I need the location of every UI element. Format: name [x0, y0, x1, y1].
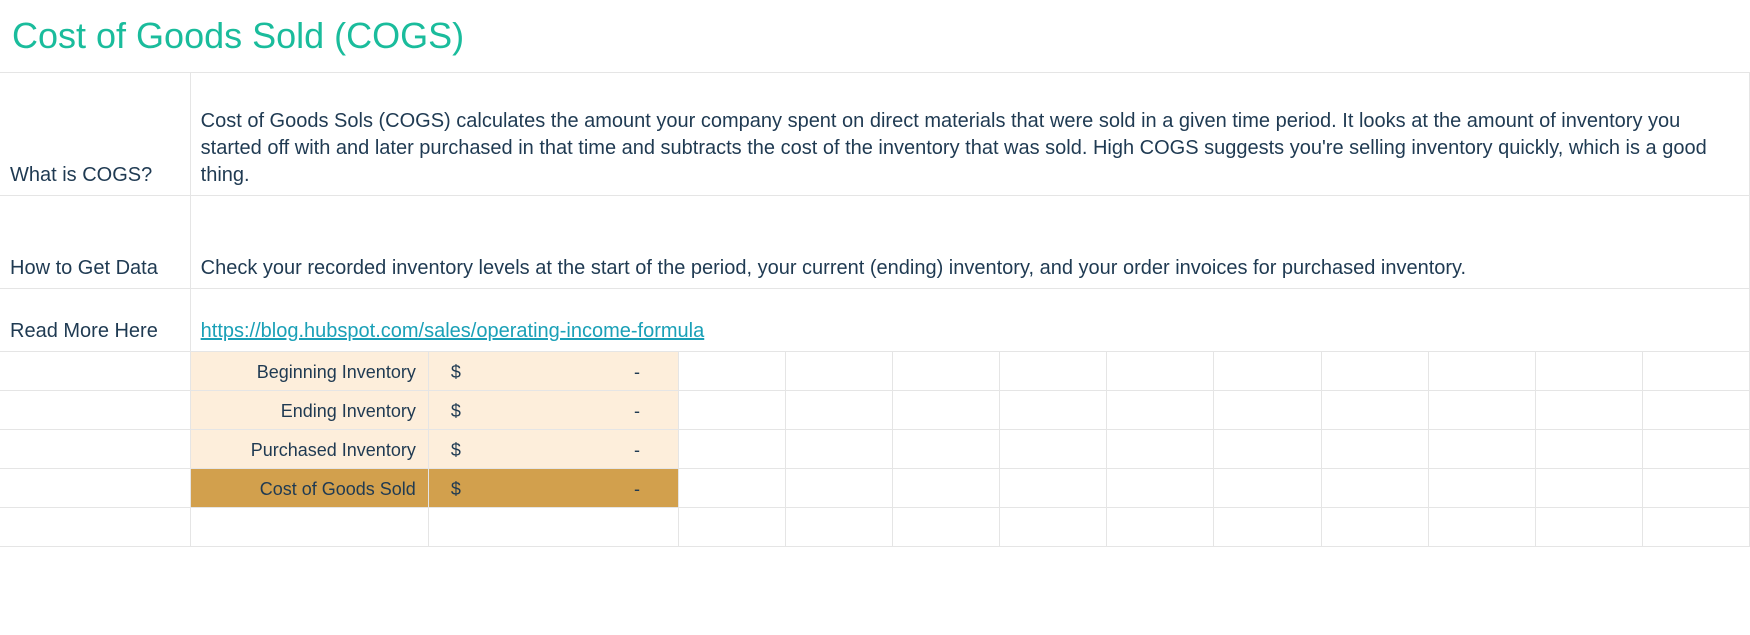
- row-label-ending-inventory: Ending Inventory: [190, 391, 428, 430]
- table-row: Beginning Inventory $ -: [0, 352, 1750, 391]
- amount: -: [634, 439, 668, 462]
- currency-sign: $: [439, 361, 461, 384]
- table-row: Purchased Inventory $ -: [0, 430, 1750, 469]
- page-title: Cost of Goods Sold (COGS): [0, 0, 1750, 73]
- currency-sign: $: [439, 439, 461, 462]
- spreadsheet-table: Cost of Goods Sold (COGS) What is COGS? …: [0, 0, 1750, 547]
- row-value-purchased-inventory[interactable]: $ -: [428, 430, 678, 469]
- currency-sign: $: [439, 478, 461, 501]
- amount: -: [634, 361, 668, 384]
- row-label-cogs: Cost of Goods Sold: [190, 469, 428, 508]
- row-value-beginning-inventory[interactable]: $ -: [428, 352, 678, 391]
- currency-sign: $: [439, 400, 461, 423]
- table-row: Ending Inventory $ -: [0, 391, 1750, 430]
- amount: -: [634, 478, 668, 501]
- cell-read-more: https://blog.hubspot.com/sales/operating…: [190, 289, 1749, 352]
- row-value-cogs: $ -: [428, 469, 678, 508]
- table-row: Cost of Goods Sold $ -: [0, 469, 1750, 508]
- row-label-purchased-inventory: Purchased Inventory: [190, 430, 428, 469]
- label-how-to-get-data: How to Get Data: [0, 196, 190, 289]
- read-more-link[interactable]: https://blog.hubspot.com/sales/operating…: [201, 320, 705, 342]
- row-label-beginning-inventory: Beginning Inventory: [190, 352, 428, 391]
- row-value-ending-inventory[interactable]: $ -: [428, 391, 678, 430]
- text-what-is-cogs: Cost of Goods Sols (COGS) calculates the…: [190, 73, 1749, 196]
- label-what-is-cogs: What is COGS?: [0, 73, 190, 196]
- amount: -: [634, 400, 668, 423]
- text-how-to-get-data: Check your recorded inventory levels at …: [190, 196, 1749, 289]
- label-read-more: Read More Here: [0, 289, 190, 352]
